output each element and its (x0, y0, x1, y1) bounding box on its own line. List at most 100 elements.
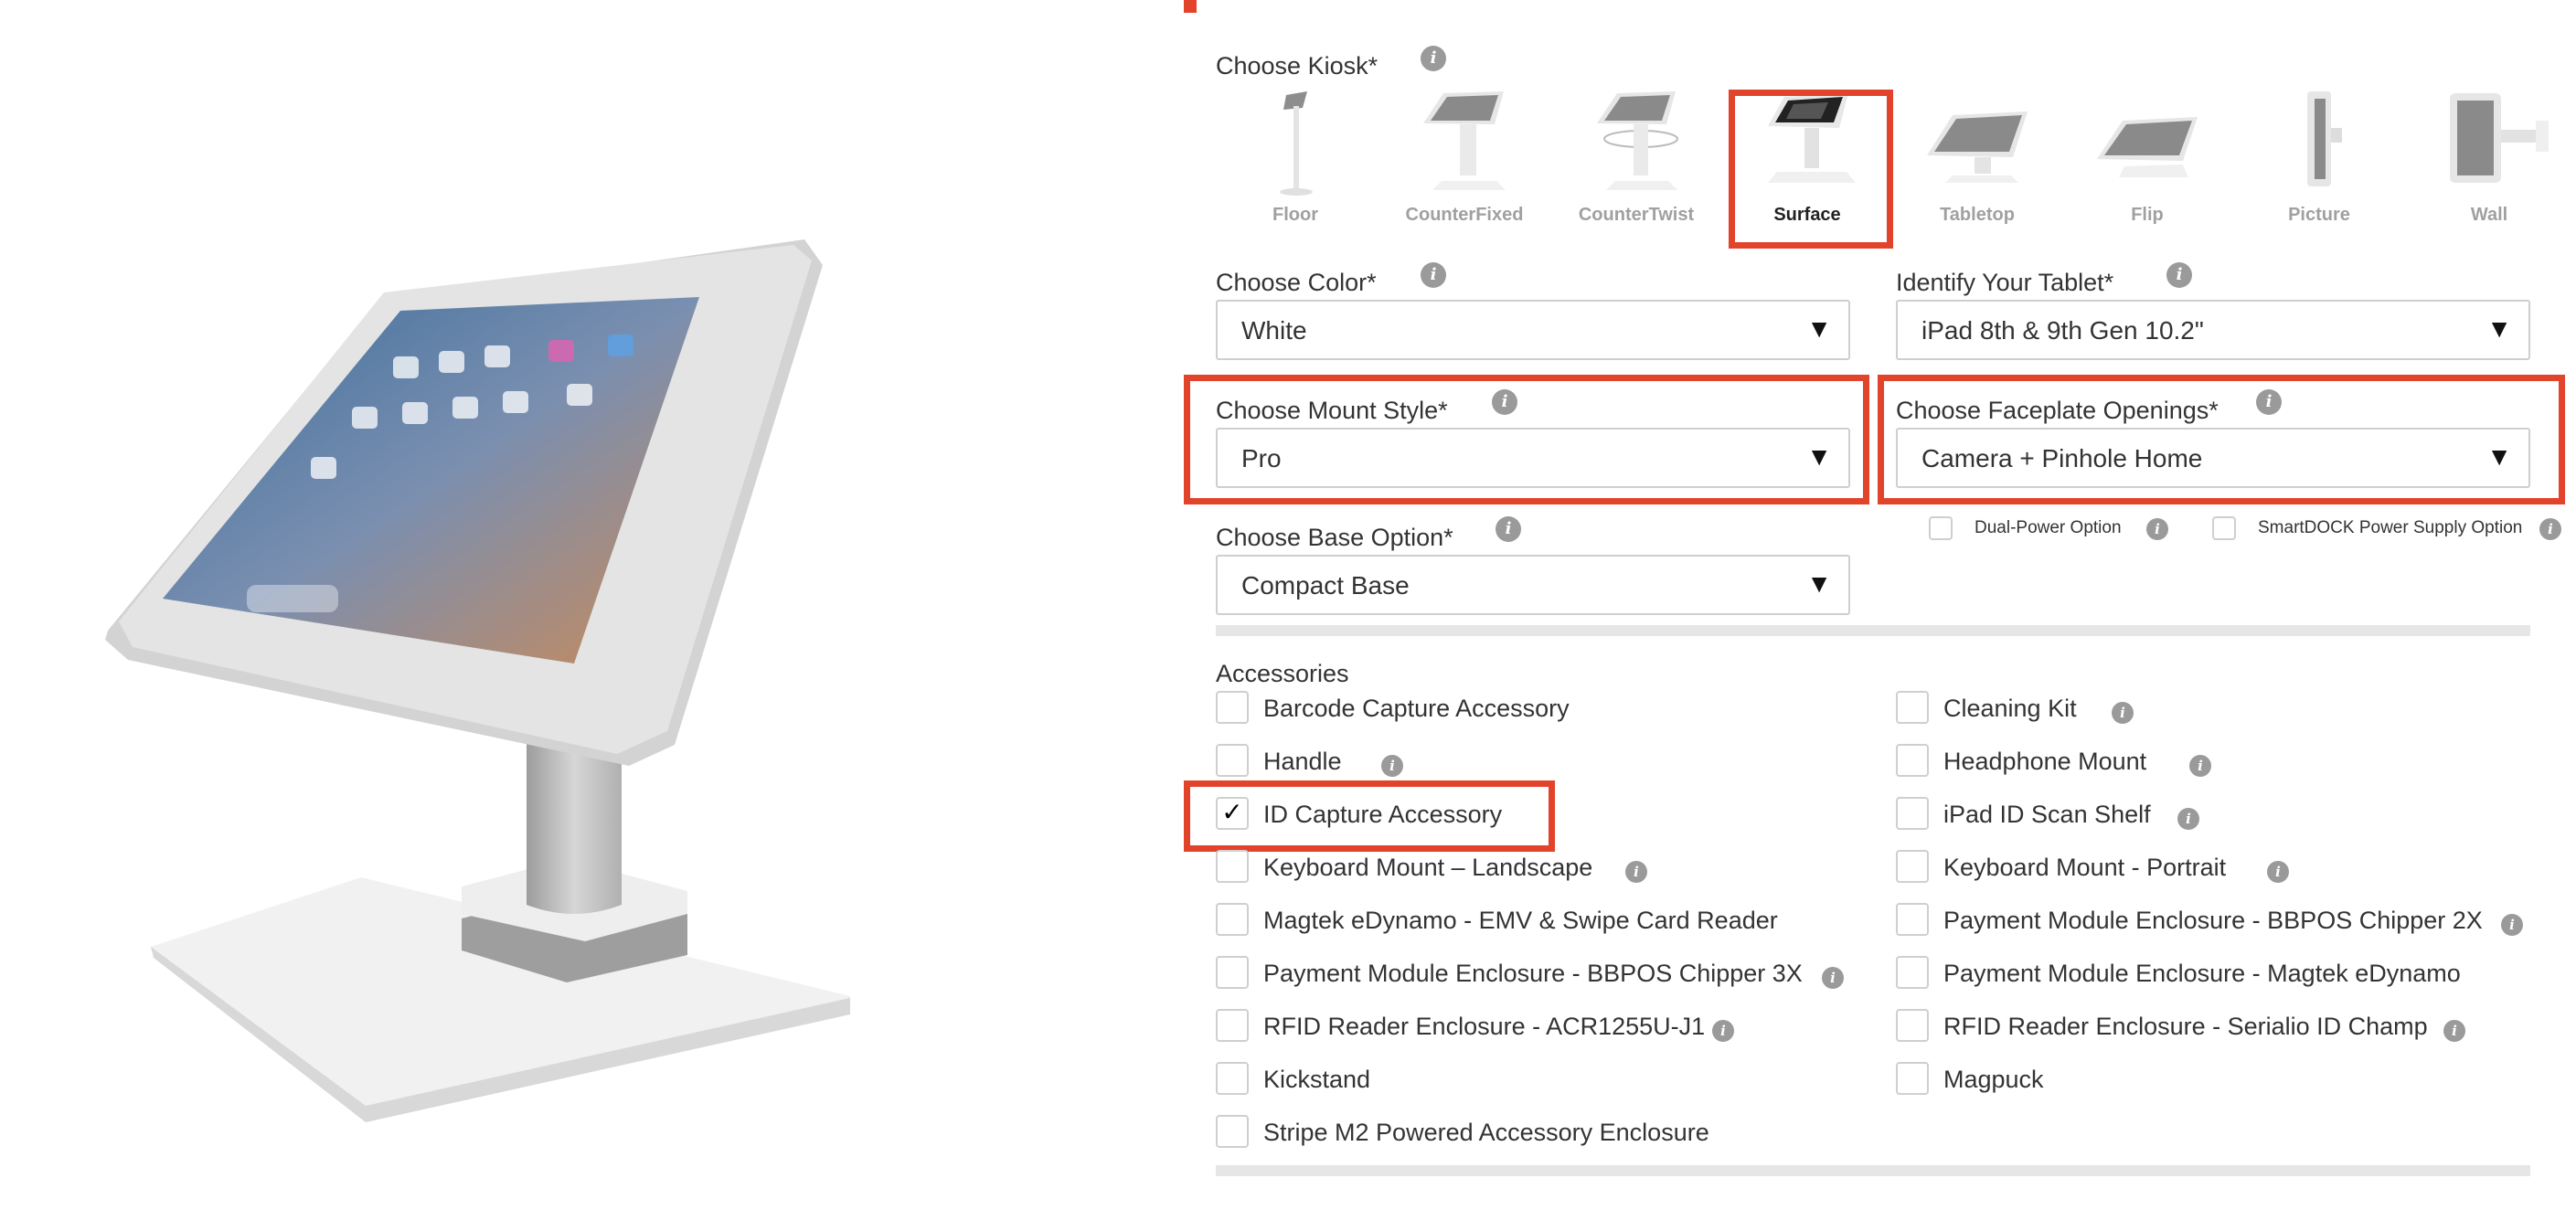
accessory-label: Keyboard Mount - Portrait (1943, 854, 2227, 881)
kiosk-option-counterfixed[interactable]: CounterFixed (1387, 79, 1542, 234)
wall-kiosk-thumbnail (2450, 93, 2549, 183)
kiosk-label-tabletop: Tabletop (1940, 205, 2015, 225)
info-icon[interactable]: i (2501, 914, 2523, 936)
info-icon[interactable]: i (1421, 46, 1446, 71)
kiosk-option-tabletop[interactable]: Tabletop (1900, 79, 2055, 234)
kiosk-selection-highlight (1729, 90, 1893, 249)
accessory-keyboard-landscape[interactable]: Keyboard Mount – Landscape (1216, 850, 1764, 886)
caret-down-icon: ▼ (1806, 569, 1832, 598)
base-option-select[interactable]: Compact Base ▼ (1216, 555, 1850, 615)
accessory-label: Keyboard Mount – Landscape (1263, 854, 1593, 881)
accessory-checkbox[interactable] (1896, 691, 1929, 724)
info-icon[interactable]: i (2146, 518, 2168, 540)
accessory-checkbox[interactable] (1216, 1062, 1249, 1095)
info-icon[interactable]: i (1625, 861, 1647, 883)
faceplate-select[interactable]: Camera + Pinhole Home ▼ (1896, 428, 2530, 488)
accessory-checkbox[interactable] (1896, 903, 1929, 936)
counterfixed-kiosk-thumbnail (1423, 91, 1506, 190)
info-icon[interactable]: i (1492, 389, 1517, 415)
caret-down-icon: ▼ (1806, 442, 1832, 471)
faceplate-select-value: Camera + Pinhole Home (1921, 444, 2203, 472)
kiosk-option-floor[interactable]: Floor (1218, 79, 1373, 234)
accessory-checkbox[interactable] (1216, 744, 1249, 777)
accessory-label: Magtek eDynamo - EMV & Swipe Card Reader (1263, 907, 1778, 934)
accessory-label: RFID Reader Enclosure - Serialio ID Cham… (1943, 1013, 2428, 1040)
choose-kiosk-label: Choose Kiosk* (1216, 52, 1378, 80)
accessory-ipad-id-scan-shelf[interactable]: iPad ID Scan Shelf (1896, 797, 2444, 833)
mount-style-select[interactable]: Pro ▼ (1216, 428, 1850, 488)
accessory-cleaning-kit[interactable]: Cleaning Kit (1896, 691, 2444, 727)
countertwist-kiosk-thumbnail (1597, 91, 1678, 190)
accessory-checkbox[interactable] (1216, 903, 1249, 936)
dual-power-checkbox[interactable] (1929, 516, 1953, 540)
kiosk-label-picture: Picture (2288, 205, 2350, 225)
accessory-magtek-edynamo[interactable]: Magtek eDynamo - EMV & Swipe Card Reader (1216, 903, 1856, 939)
accessory-stripe-m2[interactable]: Stripe M2 Powered Accessory Enclosure (1216, 1115, 1856, 1152)
info-icon[interactable]: i (2166, 262, 2192, 288)
kiosk-option-countertwist[interactable]: CounterTwist (1559, 79, 1714, 234)
info-icon[interactable]: i (2112, 702, 2134, 724)
info-icon[interactable]: i (2256, 389, 2282, 415)
flip-kiosk-thumbnail (2097, 117, 2198, 177)
kiosk-option-flip[interactable]: Flip (2070, 79, 2225, 234)
accessory-label: Stripe M2 Powered Accessory Enclosure (1263, 1119, 1709, 1146)
accessory-kickstand[interactable]: Kickstand (1216, 1062, 1764, 1099)
mount-style-label: Choose Mount Style* (1216, 397, 1448, 424)
color-select-value: White (1241, 316, 1307, 345)
accessory-checkbox[interactable] (1896, 1009, 1929, 1042)
accessory-checkbox[interactable] (1896, 956, 1929, 989)
tabletop-kiosk-thumbnail (1927, 111, 2028, 183)
kiosk-option-picture[interactable]: Picture (2241, 79, 2397, 234)
accessory-id-capture[interactable]: ✓ ID Capture Accessory (1216, 797, 1764, 833)
accessory-rfid-acr[interactable]: RFID Reader Enclosure - ACR1255U-J1 (1216, 1009, 1856, 1045)
smartdock-power-label: SmartDOCK Power Supply Option (2258, 518, 2523, 537)
accessory-handle[interactable]: Handle (1216, 744, 1764, 780)
smartdock-power-checkbox[interactable] (2212, 516, 2236, 540)
accessory-checkbox[interactable] (1216, 691, 1249, 724)
accessory-checkbox[interactable] (1896, 797, 1929, 830)
info-icon[interactable]: i (1421, 262, 1446, 288)
accessory-checkbox[interactable] (1896, 1062, 1929, 1095)
accessory-bbpos-3x[interactable]: Payment Module Enclosure - BBPOS Chipper… (1216, 956, 1856, 992)
info-icon[interactable]: i (1496, 516, 1521, 542)
info-icon[interactable]: i (1822, 967, 1844, 989)
info-icon[interactable]: i (2267, 861, 2289, 883)
kiosk-label-countertwist: CounterTwist (1578, 205, 1695, 225)
section-divider (1216, 625, 2530, 636)
accessory-keyboard-portrait[interactable]: Keyboard Mount - Portrait (1896, 850, 2444, 886)
caret-down-icon: ▼ (2486, 314, 2512, 343)
accessory-checkbox[interactable] (1216, 1009, 1249, 1042)
accessory-barcode-capture[interactable]: Barcode Capture Accessory (1216, 691, 1764, 727)
accessory-bbpos-2x[interactable]: Payment Module Enclosure - BBPOS Chipper… (1896, 903, 2536, 939)
info-icon[interactable]: i (2539, 518, 2561, 540)
color-select[interactable]: White ▼ (1216, 300, 1850, 360)
accessory-checkbox[interactable] (1896, 744, 1929, 777)
accessory-label: RFID Reader Enclosure - ACR1255U-J1 (1263, 1013, 1706, 1040)
accessory-checkbox[interactable] (1216, 1115, 1249, 1148)
accessory-checkbox-checked[interactable]: ✓ (1216, 797, 1249, 830)
info-icon[interactable]: i (1381, 755, 1403, 777)
kiosk-option-wall[interactable]: Wall (2411, 79, 2567, 234)
caret-down-icon: ▼ (2486, 442, 2512, 471)
faceplate-label: Choose Faceplate Openings* (1896, 397, 2219, 424)
smartdock-power-option[interactable]: SmartDOCK Power Supply Option (2212, 516, 2532, 553)
accessory-label: Kickstand (1263, 1066, 1371, 1093)
accessory-magpuck[interactable]: Magpuck (1896, 1062, 2444, 1099)
choose-color-label: Choose Color* (1216, 269, 1377, 296)
accessory-checkbox[interactable] (1216, 956, 1249, 989)
tablet-select[interactable]: iPad 8th & 9th Gen 10.2" ▼ (1896, 300, 2530, 360)
accessory-label: Barcode Capture Accessory (1263, 695, 1570, 722)
info-icon[interactable]: i (1712, 1020, 1734, 1042)
accessory-checkbox[interactable] (1216, 850, 1249, 883)
section-divider-bottom (1216, 1165, 2530, 1176)
info-icon[interactable]: i (2177, 808, 2199, 830)
dual-power-option[interactable]: Dual-Power Option (1929, 516, 2166, 553)
accessory-headphone-mount[interactable]: Headphone Mount (1896, 744, 2444, 780)
info-icon[interactable]: i (2443, 1020, 2465, 1042)
kiosk-label-floor: Floor (1272, 205, 1318, 225)
info-icon[interactable]: i (2189, 755, 2211, 777)
accessory-magtek-enclosure[interactable]: Payment Module Enclosure - Magtek eDynam… (1896, 956, 2536, 992)
accessory-checkbox[interactable] (1896, 850, 1929, 883)
accessory-rfid-serialio[interactable]: RFID Reader Enclosure - Serialio ID Cham… (1896, 1009, 2536, 1045)
tablet-select-value: iPad 8th & 9th Gen 10.2" (1921, 316, 2204, 345)
